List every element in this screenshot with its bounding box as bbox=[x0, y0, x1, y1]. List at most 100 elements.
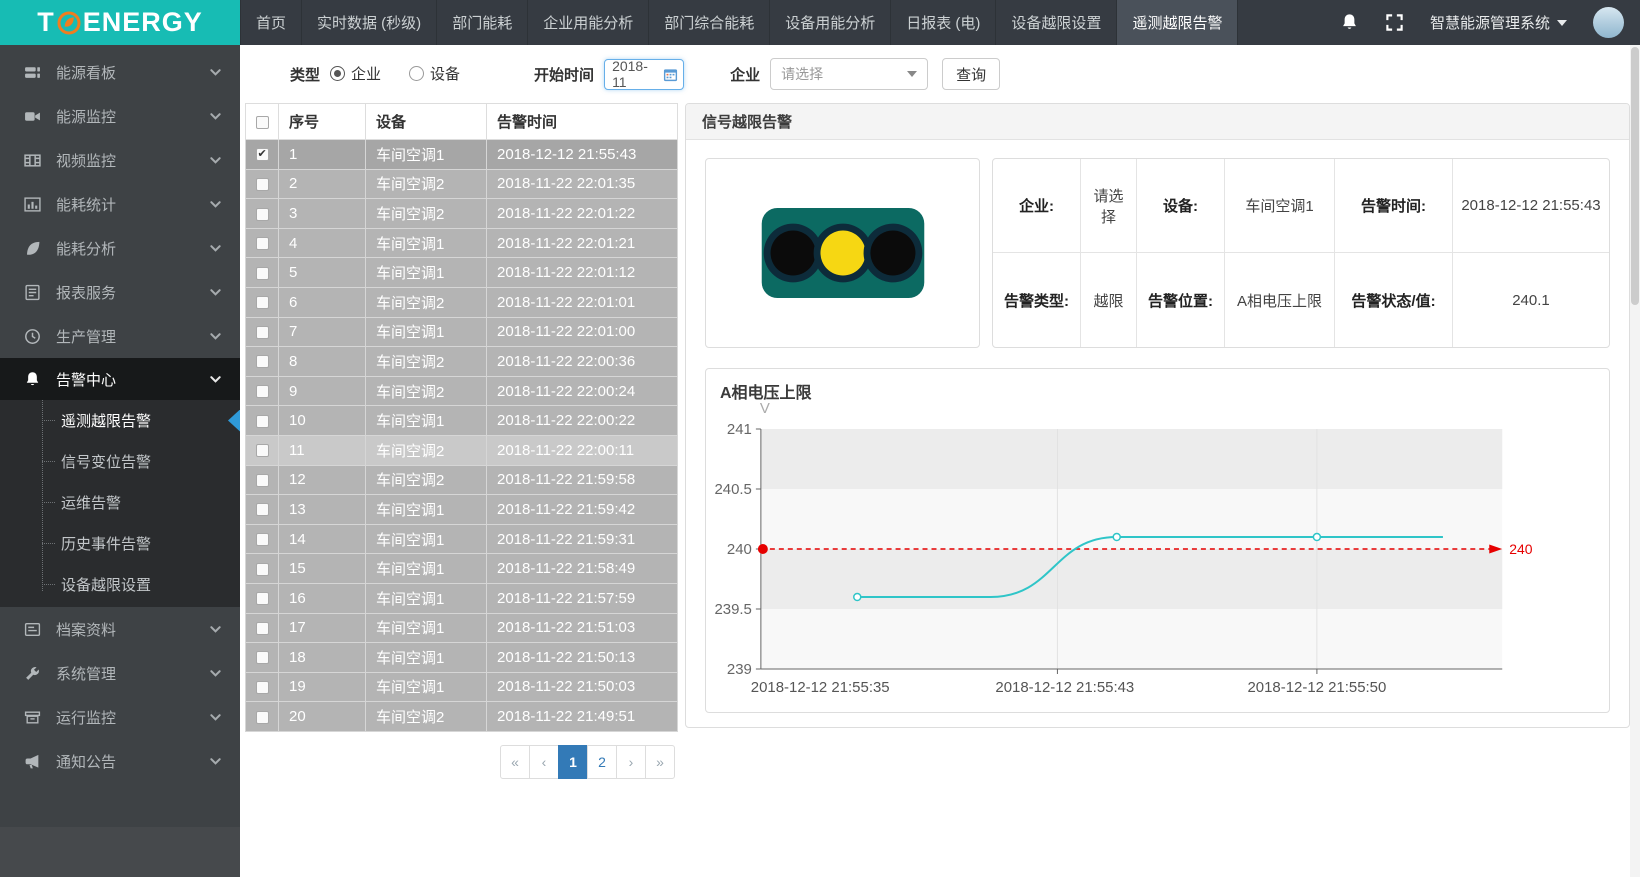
table-row[interactable]: 8车间空调22018-11-22 22:00:36 bbox=[246, 347, 678, 377]
sidebar-item-9[interactable]: 系统管理 bbox=[0, 651, 240, 695]
select-all-checkbox[interactable] bbox=[256, 116, 269, 129]
sidebar-subitem-7-2[interactable]: 运维告警 bbox=[0, 482, 240, 523]
table-row[interactable]: 10车间空调12018-11-22 22:00:22 bbox=[246, 406, 678, 436]
row-checkbox[interactable] bbox=[256, 326, 269, 339]
info-label-5: 告警状态/值: bbox=[1335, 253, 1453, 347]
row-checkbox[interactable] bbox=[256, 563, 269, 576]
sidebar-item-3[interactable]: 能耗统计 bbox=[0, 182, 240, 226]
page-prev-button[interactable]: ‹ bbox=[529, 745, 559, 779]
row-no: 6 bbox=[279, 287, 366, 317]
sidebar-subitem-7-0[interactable]: 遥测越限告警 bbox=[0, 400, 240, 441]
row-checkbox[interactable] bbox=[256, 296, 269, 309]
row-checkbox[interactable] bbox=[256, 178, 269, 191]
enterprise-select[interactable]: 请选择 bbox=[770, 58, 928, 90]
table-row[interactable]: 7车间空调12018-11-22 22:01:00 bbox=[246, 317, 678, 347]
sidebar-item-11[interactable]: 通知公告 bbox=[0, 739, 240, 783]
table-row[interactable]: 3车间空调22018-11-22 22:01:22 bbox=[246, 199, 678, 229]
row-no: 4 bbox=[279, 228, 366, 258]
nav-item-7[interactable]: 设备越限设置 bbox=[996, 0, 1117, 45]
table-row[interactable]: 1车间空调12018-12-12 21:55:43 bbox=[246, 140, 678, 170]
row-checkbox[interactable] bbox=[256, 503, 269, 516]
row-checkbox[interactable] bbox=[256, 711, 269, 724]
sidebar-item-4[interactable]: 能耗分析 bbox=[0, 226, 240, 270]
nav-item-5[interactable]: 设备用能分析 bbox=[770, 0, 891, 45]
row-time: 2018-11-22 22:01:35 bbox=[487, 169, 678, 199]
page-last-button[interactable]: » bbox=[645, 745, 675, 779]
query-button[interactable]: 查询 bbox=[942, 58, 1000, 90]
sidebar-item-5[interactable]: 报表服务 bbox=[0, 270, 240, 314]
page-next-button[interactable]: › bbox=[616, 745, 646, 779]
sidebar-subitem-7-4[interactable]: 设备越限设置 bbox=[0, 564, 240, 605]
row-checkbox[interactable] bbox=[256, 622, 269, 635]
row-checkbox[interactable] bbox=[256, 385, 269, 398]
bell-icon[interactable] bbox=[1340, 13, 1359, 32]
table-row[interactable]: 9车间空调22018-11-22 22:00:24 bbox=[246, 376, 678, 406]
row-checkbox[interactable] bbox=[256, 592, 269, 605]
scrollbar-thumb[interactable] bbox=[1631, 47, 1639, 305]
sidebar-item-0[interactable]: 能源看板 bbox=[0, 50, 240, 94]
sidebar-subitem-7-1[interactable]: 信号变位告警 bbox=[0, 441, 240, 482]
table-row[interactable]: 12车间空调22018-11-22 21:59:58 bbox=[246, 465, 678, 495]
table-row[interactable]: 2车间空调22018-11-22 22:01:35 bbox=[246, 169, 678, 199]
table-row[interactable]: 5车间空调12018-11-22 22:01:12 bbox=[246, 258, 678, 288]
system-menu[interactable]: 智慧能源管理系统 bbox=[1430, 12, 1567, 33]
sidebar-item-8[interactable]: 档案资料 bbox=[0, 607, 240, 651]
page-first-button[interactable]: « bbox=[500, 745, 530, 779]
row-device: 车间空调1 bbox=[366, 495, 487, 525]
row-checkbox[interactable] bbox=[256, 148, 269, 161]
type-radio-0[interactable]: 企业 bbox=[330, 63, 381, 84]
clock-icon bbox=[24, 328, 41, 345]
type-radio-1[interactable]: 设备 bbox=[409, 63, 460, 84]
row-checkbox[interactable] bbox=[256, 651, 269, 664]
row-checkbox[interactable] bbox=[256, 681, 269, 694]
sidebar-item-label: 视频监控 bbox=[56, 150, 116, 171]
table-row[interactable]: 15车间空调12018-11-22 21:58:49 bbox=[246, 554, 678, 584]
nav-item-0[interactable]: 首页 bbox=[240, 0, 302, 45]
enterprise-select-value: 请选择 bbox=[781, 64, 823, 84]
table-row[interactable]: 20车间空调22018-11-22 21:49:51 bbox=[246, 702, 678, 732]
row-checkbox[interactable] bbox=[256, 355, 269, 368]
row-checkbox[interactable] bbox=[256, 237, 269, 250]
nav-item-3[interactable]: 企业用能分析 bbox=[528, 0, 649, 45]
table-row[interactable]: 14车间空调12018-11-22 21:59:31 bbox=[246, 524, 678, 554]
row-time: 2018-11-22 22:00:36 bbox=[487, 347, 678, 377]
nav-item-1[interactable]: 实时数据 (秒级) bbox=[302, 0, 437, 45]
nav-item-6[interactable]: 日报表 (电) bbox=[891, 0, 996, 45]
info-value-5: 240.1 bbox=[1453, 253, 1609, 347]
sidebar-item-1[interactable]: 能源监控 bbox=[0, 94, 240, 138]
scrollbar[interactable] bbox=[1630, 45, 1640, 877]
table-row[interactable]: 13车间空调12018-11-22 21:59:42 bbox=[246, 495, 678, 525]
nav-item-8[interactable]: 遥测越限告警 bbox=[1117, 0, 1238, 45]
row-checkbox[interactable] bbox=[256, 208, 269, 221]
info-value-0: 请选择 bbox=[1081, 159, 1137, 253]
row-device: 车间空调1 bbox=[366, 554, 487, 584]
sidebar-item-2[interactable]: 视频监控 bbox=[0, 138, 240, 182]
row-checkbox[interactable] bbox=[256, 444, 269, 457]
table-row[interactable]: 17车间空调12018-11-22 21:51:03 bbox=[246, 613, 678, 643]
table-row[interactable]: 18车间空调12018-11-22 21:50:13 bbox=[246, 643, 678, 673]
row-checkbox[interactable] bbox=[256, 415, 269, 428]
table-row[interactable]: 4车间空调12018-11-22 22:01:21 bbox=[246, 228, 678, 258]
sidebar-item-10[interactable]: 运行监控 bbox=[0, 695, 240, 739]
table-row[interactable]: 19车间空调12018-11-22 21:50:03 bbox=[246, 672, 678, 702]
table-row[interactable]: 11车间空调22018-11-22 22:00:11 bbox=[246, 435, 678, 465]
pagination: «‹12›» bbox=[245, 745, 677, 779]
row-checkbox[interactable] bbox=[256, 533, 269, 546]
sidebar-item-7[interactable]: 告警中心 bbox=[0, 358, 240, 400]
avatar[interactable] bbox=[1593, 7, 1624, 38]
page-1-button[interactable]: 1 bbox=[558, 745, 588, 779]
radio-label: 企业 bbox=[351, 63, 381, 84]
sidebar-subitem-7-3[interactable]: 历史事件告警 bbox=[0, 523, 240, 564]
nav-item-4[interactable]: 部门综合能耗 bbox=[649, 0, 770, 45]
table-row[interactable]: 16车间空调12018-11-22 21:57:59 bbox=[246, 583, 678, 613]
row-checkbox[interactable] bbox=[256, 267, 269, 280]
page-2-button[interactable]: 2 bbox=[587, 745, 617, 779]
column-header-1: 设备 bbox=[366, 104, 487, 140]
table-row[interactable]: 6车间空调22018-11-22 22:01:01 bbox=[246, 287, 678, 317]
leaf-logo-icon bbox=[57, 11, 81, 35]
start-time-input[interactable]: 2018-11 bbox=[604, 59, 684, 90]
fullscreen-icon[interactable] bbox=[1385, 13, 1404, 32]
nav-item-2[interactable]: 部门能耗 bbox=[437, 0, 528, 45]
row-checkbox[interactable] bbox=[256, 474, 269, 487]
sidebar-item-6[interactable]: 生产管理 bbox=[0, 314, 240, 358]
